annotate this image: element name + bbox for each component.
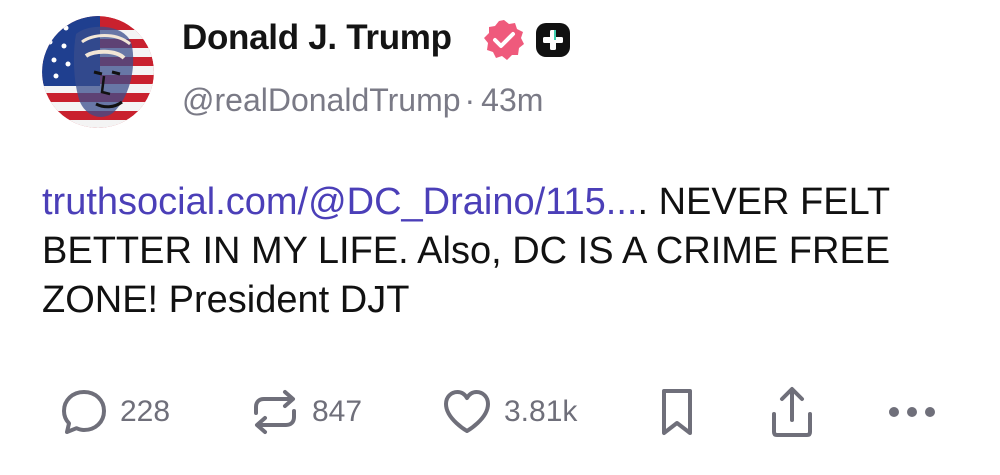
action-bar: 228 847 3.81k bbox=[0, 382, 1000, 442]
post-body: truthsocial.com/@DC_Draino/115.... NEVER… bbox=[42, 178, 972, 325]
retruth-button[interactable]: 847 bbox=[248, 382, 362, 442]
reply-icon bbox=[62, 390, 106, 434]
reply-button[interactable]: 228 bbox=[58, 382, 170, 442]
bookmark-icon bbox=[662, 389, 692, 435]
author-display-name[interactable]: Donald J. Trump bbox=[182, 18, 452, 58]
like-icon bbox=[444, 390, 490, 433]
meta-separator: · bbox=[464, 82, 476, 118]
reply-count: 228 bbox=[120, 395, 171, 428]
author-avatar[interactable] bbox=[42, 16, 154, 128]
avatar-flag-portrait-icon bbox=[42, 16, 154, 128]
plus-badge-icon bbox=[536, 23, 570, 57]
more-icon bbox=[889, 407, 935, 417]
truth-post: Donald J. Trump @realDonaldTrump · 43m tru… bbox=[0, 0, 1000, 475]
like-count: 3.81k bbox=[504, 395, 578, 428]
bookmark-button[interactable] bbox=[652, 382, 702, 442]
post-link[interactable]: truthsocial.com/@DC_Draino/115... bbox=[42, 181, 637, 223]
like-button[interactable]: 3.81k bbox=[440, 382, 577, 442]
author-handle[interactable]: @realDonaldTrump bbox=[182, 82, 461, 118]
share-icon bbox=[772, 387, 812, 437]
retruth-icon bbox=[254, 390, 296, 434]
author-meta: @realDonaldTrump · 43m bbox=[182, 82, 543, 119]
post-timestamp[interactable]: 43m bbox=[481, 82, 543, 118]
more-options-button[interactable] bbox=[886, 382, 942, 442]
share-button[interactable] bbox=[766, 382, 818, 442]
retruth-count: 847 bbox=[312, 395, 363, 428]
verified-badge-icon bbox=[484, 20, 524, 60]
